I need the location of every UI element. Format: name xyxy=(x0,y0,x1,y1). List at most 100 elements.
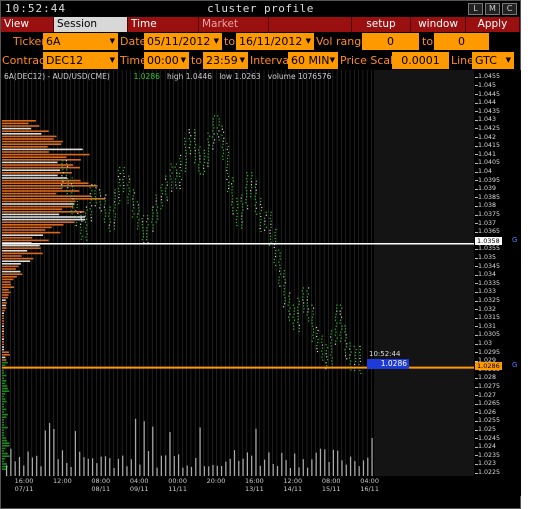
price-cluster-dot xyxy=(346,346,348,348)
volume-bar xyxy=(70,466,72,476)
volume-profile-bar xyxy=(2,291,11,294)
price-cluster-dot xyxy=(212,130,214,132)
time-to-select[interactable]: 23:59 ▼ xyxy=(203,52,248,69)
interval-select[interactable]: 60 MIN ▼ xyxy=(288,52,338,69)
price-cluster-dot xyxy=(298,330,300,332)
price-cluster-dot xyxy=(146,227,148,229)
low-value: 1.0263 xyxy=(234,72,261,81)
price-cluster-dot xyxy=(321,350,323,352)
price-cluster-dot xyxy=(227,175,230,178)
price-cluster-dot xyxy=(199,155,201,157)
price-cluster-dot xyxy=(344,349,346,351)
volume-profile-bar xyxy=(2,416,7,418)
price-cluster-dot xyxy=(203,158,205,160)
price-cluster-dot xyxy=(137,204,140,206)
market-watch-tab[interactable]: Market Watch xyxy=(199,17,269,44)
volume-profile-bar xyxy=(2,252,43,255)
volume-bar xyxy=(246,452,248,476)
price-cluster-dot xyxy=(122,190,125,193)
price-cluster-dot xyxy=(132,195,134,197)
price-cluster-dot xyxy=(188,129,190,131)
x-tick-time: 16:00 xyxy=(245,477,264,485)
y-tick-mark xyxy=(475,438,478,440)
price-cluster-dot xyxy=(289,307,291,309)
y-tick-label: 1.027 xyxy=(478,391,497,399)
x-tick-time: 08:00 xyxy=(91,477,111,485)
volume-bar xyxy=(199,427,201,476)
volume-bar xyxy=(31,457,33,476)
volume-profile-bar xyxy=(2,302,7,304)
price-cluster-dot xyxy=(269,229,271,231)
price-cluster-dot xyxy=(109,230,111,232)
price-cluster-dot xyxy=(212,145,214,147)
price-scale-input[interactable]: 0.0001 xyxy=(392,52,449,69)
date-from-select[interactable]: 05/11/2012 ▼ xyxy=(144,33,222,50)
contract-select[interactable]: DEC12 ▼ xyxy=(43,52,118,69)
cluster-chart-area[interactable] xyxy=(2,70,521,476)
y-tick-label: 1.032 xyxy=(478,305,497,313)
date-to-select[interactable]: 16/11/2012 ▼ xyxy=(236,33,314,50)
price-cluster-dot xyxy=(336,322,338,324)
price-cluster-dot xyxy=(237,203,239,206)
price-cluster-dot xyxy=(142,227,144,229)
volume-profile-bar xyxy=(2,395,4,398)
price-cluster-dot xyxy=(170,190,173,192)
price-cluster-dot xyxy=(326,359,329,361)
window-button[interactable]: window xyxy=(411,17,466,32)
price-cluster-dot xyxy=(128,178,131,180)
price-cluster-dot xyxy=(312,328,315,330)
price-cluster-dot xyxy=(117,175,120,178)
m-button[interactable]: M xyxy=(485,3,500,15)
time-interval-tab[interactable]: Time Interval xyxy=(128,17,199,44)
price-cluster-dot xyxy=(122,181,125,184)
apply-button[interactable]: Apply xyxy=(466,17,520,32)
vol-from-input[interactable]: 0 xyxy=(362,33,419,50)
y-tick-mark xyxy=(475,352,478,354)
price-cluster-dot xyxy=(279,258,281,260)
price-cluster-dot xyxy=(288,301,290,303)
price-cluster-dot xyxy=(104,200,106,202)
volume-profile-bar xyxy=(2,437,6,439)
volume-profile-bar xyxy=(2,455,10,457)
price-cluster-dot xyxy=(292,322,294,324)
volume-bar xyxy=(173,456,175,476)
price-cluster-dot xyxy=(75,221,78,224)
price-cluster-dot xyxy=(237,206,239,209)
price-cluster-dot xyxy=(242,203,244,205)
volume-profile-bar xyxy=(2,247,41,249)
volume-profile-bar xyxy=(2,458,5,460)
price-cluster-dot xyxy=(359,351,361,354)
price-cluster-dot xyxy=(287,304,289,306)
price-cluster-dot xyxy=(113,228,116,230)
y-tick-mark xyxy=(475,455,478,457)
chart-header: 6A(DEC12) - AUD/USD(CME) 1.0286 high 1.0… xyxy=(4,72,331,81)
c-button[interactable]: C xyxy=(502,3,517,15)
price-cluster-dot xyxy=(61,166,63,168)
price-cluster-dot xyxy=(335,325,337,327)
cluster-profile-window: 10:52:44 cluster profile L M C View DOM … xyxy=(0,0,521,509)
volume-bar xyxy=(311,459,313,476)
price-cluster-dot xyxy=(279,252,281,254)
price-cluster-dot xyxy=(71,207,74,209)
price-cluster-dot xyxy=(65,190,68,192)
price-cluster-dot xyxy=(221,125,223,127)
chevron-down-icon: ▼ xyxy=(109,37,115,45)
vol-to-input[interactable]: 0 xyxy=(434,33,489,50)
price-cluster-dot xyxy=(355,348,357,351)
price-cluster-dot xyxy=(297,315,299,317)
price-cluster-dot xyxy=(194,132,196,134)
volume-profile-bar xyxy=(2,164,74,166)
setup-button[interactable]: setup xyxy=(351,17,411,32)
l-button[interactable]: L xyxy=(468,3,483,15)
price-cluster-dot xyxy=(339,334,341,336)
price-cluster-dot xyxy=(157,218,159,220)
title-bar[interactable]: 10:52:44 cluster profile L M C xyxy=(1,1,520,17)
price-cluster-dot xyxy=(339,319,342,321)
session-hours-tab[interactable]: Session Hours xyxy=(54,17,128,44)
line-select[interactable]: GTC ▼ xyxy=(472,52,514,69)
ticker-select[interactable]: 6A ▼ xyxy=(43,33,118,50)
price-cluster-dot xyxy=(231,189,233,191)
view-dom-tab[interactable]: View DOM xyxy=(1,17,54,44)
time-from-select[interactable]: 00:00 ▼ xyxy=(144,52,189,69)
price-cluster-dot xyxy=(226,160,229,163)
